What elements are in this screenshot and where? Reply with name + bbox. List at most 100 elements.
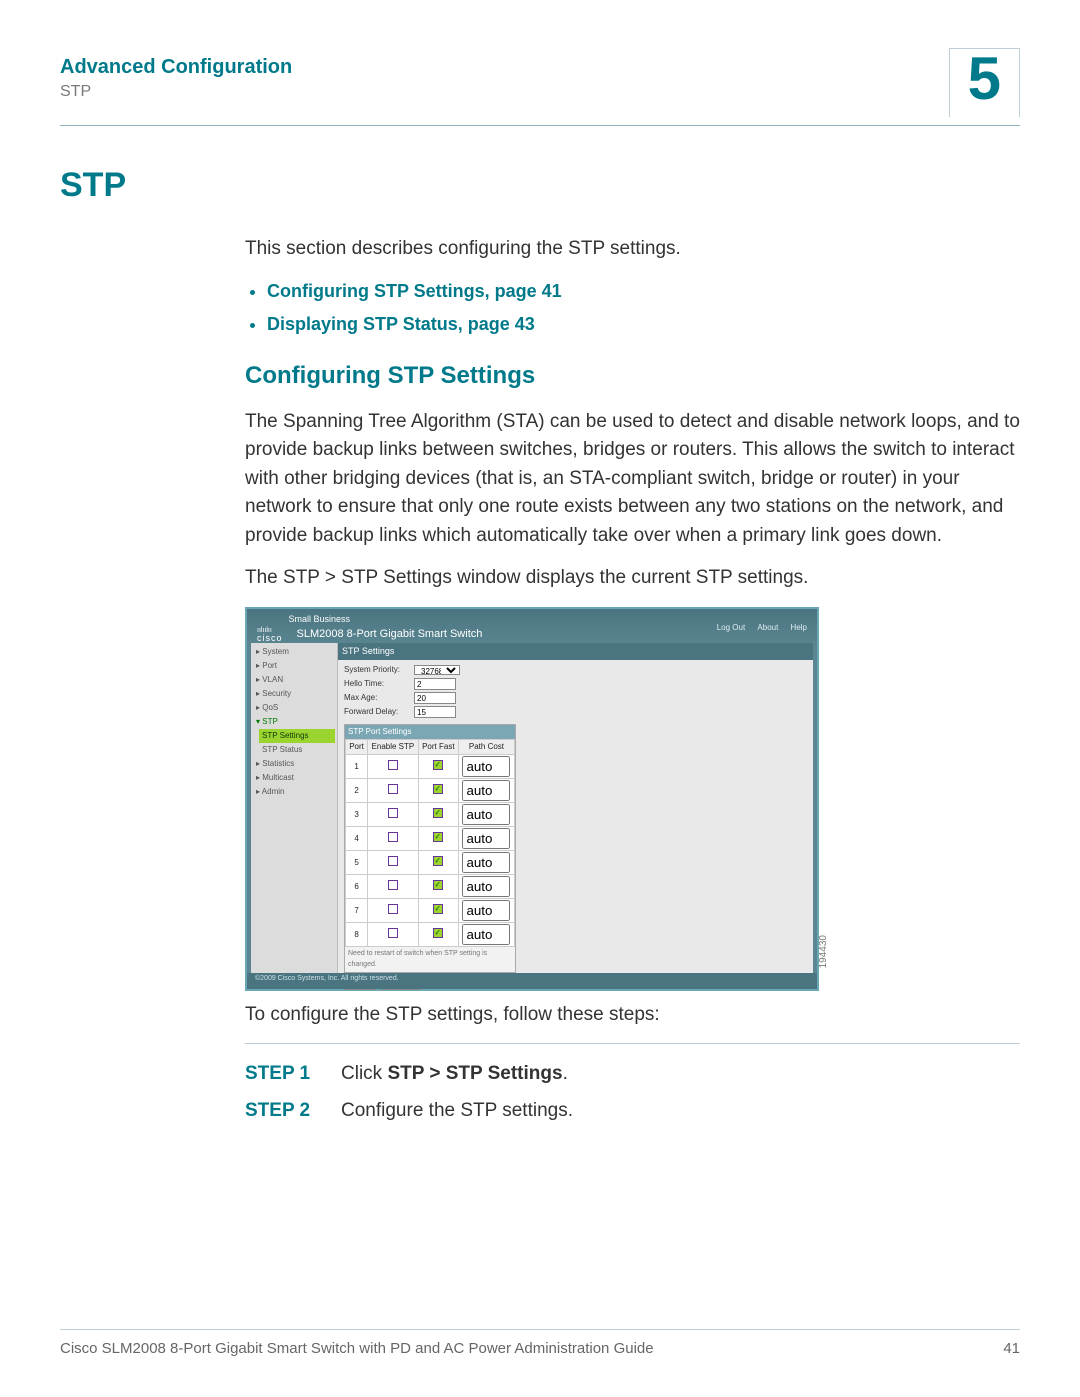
table-row: 3 bbox=[346, 803, 515, 827]
brand-small: Small Business bbox=[289, 613, 483, 627]
sidebar-item-admin[interactable]: ▸ Admin bbox=[253, 785, 335, 799]
step-1-post: . bbox=[563, 1063, 568, 1084]
port-cell: 5 bbox=[346, 851, 368, 875]
path-cost-cell[interactable] bbox=[458, 923, 514, 947]
body-para-2: The STP > STP Settings window displays t… bbox=[245, 564, 1020, 593]
step-1-label: STEP 1 bbox=[245, 1060, 325, 1089]
port-table-header: Port Enable STP Port Fast Path Cost bbox=[346, 740, 515, 755]
port-settings-panel: STP Port Settings Port Enable STP Port F… bbox=[344, 724, 516, 973]
section-title: STP bbox=[60, 166, 1020, 205]
max-age-label: Max Age: bbox=[344, 692, 414, 704]
sys-priority-label: System Priority: bbox=[344, 664, 414, 676]
enable-stp-cell[interactable] bbox=[368, 899, 419, 923]
chapter-number: 5 bbox=[949, 48, 1020, 117]
path-cost-cell[interactable] bbox=[458, 827, 514, 851]
table-row: 5 bbox=[346, 851, 515, 875]
body-para-1: The Spanning Tree Algorithm (STA) can be… bbox=[245, 408, 1020, 551]
port-fast-cell[interactable] bbox=[418, 803, 458, 827]
screenshot-main: STP Settings System Priority: 32768 Hell… bbox=[337, 643, 813, 973]
screenshot-body: ▸ System ▸ Port ▸ VLAN ▸ Security ▸ QoS … bbox=[251, 643, 813, 973]
chapter-title: Advanced Configuration bbox=[60, 56, 292, 79]
screenshot-sidebar: ▸ System ▸ Port ▸ VLAN ▸ Security ▸ QoS … bbox=[251, 643, 337, 973]
enable-stp-cell[interactable] bbox=[368, 923, 419, 947]
section-body: This section describes configuring the S… bbox=[245, 235, 1020, 1125]
path-cost-cell[interactable] bbox=[458, 875, 514, 899]
port-fast-cell[interactable] bbox=[418, 779, 458, 803]
sys-priority-select[interactable]: 32768 bbox=[414, 665, 460, 675]
hello-time-label: Hello Time: bbox=[344, 678, 414, 690]
path-cost-cell[interactable] bbox=[458, 755, 514, 779]
port-note: Need to restart of switch when STP setti… bbox=[345, 947, 515, 972]
enable-stp-cell[interactable] bbox=[368, 803, 419, 827]
header-left: Advanced Configuration STP bbox=[60, 56, 292, 101]
enable-stp-cell[interactable] bbox=[368, 875, 419, 899]
step-1-row: STEP 1 Click STP > STP Settings. bbox=[245, 1060, 1020, 1089]
sidebar-item-port[interactable]: ▸ Port bbox=[253, 659, 335, 673]
steps-divider bbox=[245, 1043, 1020, 1044]
enable-stp-cell[interactable] bbox=[368, 779, 419, 803]
steps-lead: To configure the STP settings, follow th… bbox=[245, 1001, 1020, 1030]
footer-page-number: 41 bbox=[1003, 1340, 1020, 1357]
enable-stp-cell[interactable] bbox=[368, 851, 419, 875]
table-row: 7 bbox=[346, 899, 515, 923]
port-cell: 1 bbox=[346, 755, 368, 779]
step-1-text: Click STP > STP Settings. bbox=[341, 1060, 568, 1089]
toc-bullets: Configuring STP Settings, page 41 Displa… bbox=[245, 278, 1020, 338]
toc-link-1[interactable]: Configuring STP Settings, page 41 bbox=[267, 278, 1020, 305]
sidebar-item-security[interactable]: ▸ Security bbox=[253, 687, 335, 701]
path-cost-cell[interactable] bbox=[458, 803, 514, 827]
port-cell: 2 bbox=[346, 779, 368, 803]
sidebar-item-system[interactable]: ▸ System bbox=[253, 645, 335, 659]
port-fast-cell[interactable] bbox=[418, 875, 458, 899]
path-cost-cell[interactable] bbox=[458, 779, 514, 803]
port-fast-cell[interactable] bbox=[418, 755, 458, 779]
table-row: 4 bbox=[346, 827, 515, 851]
table-row: 1 bbox=[346, 755, 515, 779]
help-link[interactable]: Help bbox=[791, 623, 807, 632]
table-row: 2 bbox=[346, 779, 515, 803]
step-1-pre: Click bbox=[341, 1063, 387, 1084]
step-1-bold: STP > STP Settings bbox=[387, 1063, 562, 1084]
table-row: 8 bbox=[346, 923, 515, 947]
about-link[interactable]: About bbox=[757, 623, 778, 632]
document-page: Advanced Configuration STP 5 STP This se… bbox=[0, 0, 1080, 1397]
port-cell: 6 bbox=[346, 875, 368, 899]
table-row: 6 bbox=[346, 875, 515, 899]
step-2-row: STEP 2 Configure the STP settings. bbox=[245, 1097, 1020, 1126]
port-fast-cell[interactable] bbox=[418, 923, 458, 947]
sidebar-item-stp[interactable]: ▾ STP bbox=[253, 715, 335, 729]
logout-link[interactable]: Log Out bbox=[717, 623, 745, 632]
toc-link-2[interactable]: Displaying STP Status, page 43 bbox=[267, 311, 1020, 338]
sidebar-item-vlan[interactable]: ▸ VLAN bbox=[253, 673, 335, 687]
footer-doc-title: Cisco SLM2008 8-Port Gigabit Smart Switc… bbox=[60, 1340, 654, 1357]
embedded-screenshot: ıılıılıı cisco Small Business SLM2008 8-… bbox=[245, 607, 819, 991]
path-cost-cell[interactable] bbox=[458, 851, 514, 875]
col-enable-stp: Enable STP bbox=[368, 740, 419, 755]
sidebar-item-multicast[interactable]: ▸ Multicast bbox=[253, 771, 335, 785]
port-cell: 3 bbox=[346, 803, 368, 827]
screenshot-topbar: ıılıılıı cisco Small Business SLM2008 8-… bbox=[247, 609, 817, 647]
intro-text: This section describes configuring the S… bbox=[245, 235, 1020, 264]
port-fast-cell[interactable] bbox=[418, 899, 458, 923]
sidebar-item-statistics[interactable]: ▸ Statistics bbox=[253, 757, 335, 771]
brand-block: ıılıılıı cisco bbox=[257, 627, 283, 643]
hello-time-input[interactable] bbox=[414, 678, 456, 690]
sidebar-item-stp-status[interactable]: STP Status bbox=[259, 743, 335, 757]
brand-cisco: cisco bbox=[257, 634, 283, 643]
page-header: Advanced Configuration STP 5 bbox=[60, 56, 1020, 126]
step-2-label: STEP 2 bbox=[245, 1097, 325, 1126]
sidebar-item-stp-settings[interactable]: STP Settings bbox=[259, 729, 335, 743]
port-fast-cell[interactable] bbox=[418, 851, 458, 875]
port-cell: 4 bbox=[346, 827, 368, 851]
col-port-fast: Port Fast bbox=[418, 740, 458, 755]
chapter-subtitle: STP bbox=[60, 83, 292, 101]
col-port: Port bbox=[346, 740, 368, 755]
enable-stp-cell[interactable] bbox=[368, 755, 419, 779]
enable-stp-cell[interactable] bbox=[368, 827, 419, 851]
port-fast-cell[interactable] bbox=[418, 827, 458, 851]
path-cost-cell[interactable] bbox=[458, 899, 514, 923]
col-path-cost: Path Cost bbox=[458, 740, 514, 755]
forward-delay-input[interactable] bbox=[414, 706, 456, 718]
sidebar-item-qos[interactable]: ▸ QoS bbox=[253, 701, 335, 715]
max-age-input[interactable] bbox=[414, 692, 456, 704]
